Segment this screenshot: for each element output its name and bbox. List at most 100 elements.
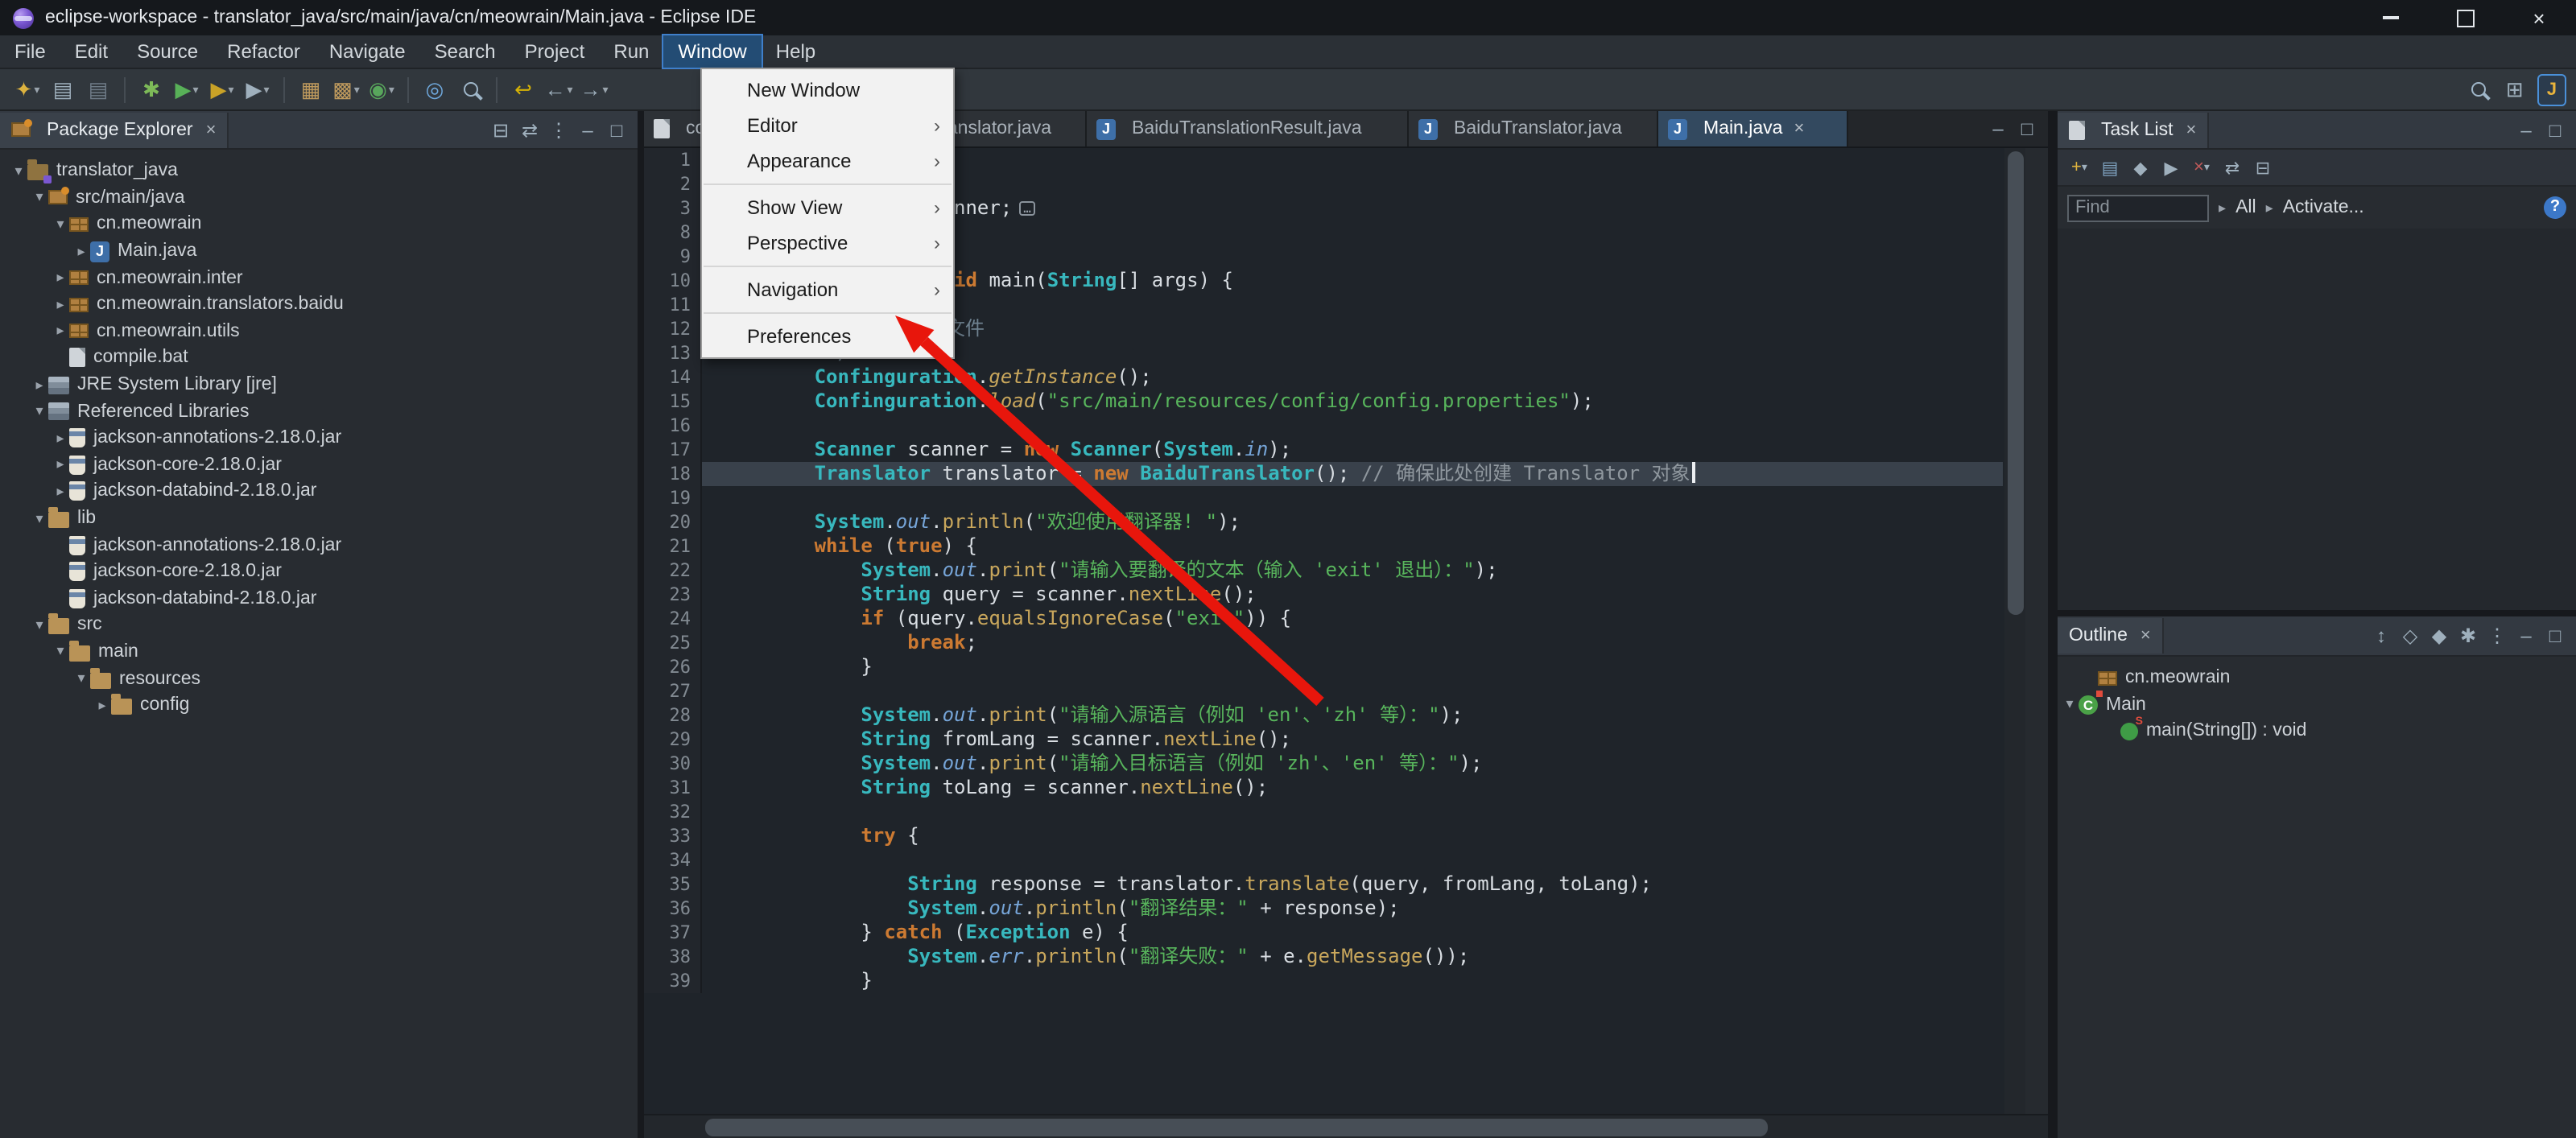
code-line[interactable]: 25 break; xyxy=(644,631,2003,655)
line-number[interactable]: 12 xyxy=(644,317,702,341)
run-icon[interactable]: ▶▾ xyxy=(171,73,203,105)
menu-edit[interactable]: Edit xyxy=(60,35,122,68)
tree-item-referenced-libraries[interactable]: ▾Referenced Libraries xyxy=(0,398,638,425)
close-tab-icon[interactable]: × xyxy=(2186,120,2197,139)
chevron-right-icon[interactable]: ▸ xyxy=(52,323,69,340)
line-number[interactable]: 23 xyxy=(644,583,702,607)
categorized-view-icon[interactable]: ▤ xyxy=(2095,153,2125,182)
line-number[interactable]: 31 xyxy=(644,776,702,800)
tree-item-jre-system-library-jre[interactable]: ▸JRE System Library [jre] xyxy=(0,372,638,398)
line-number[interactable]: 34 xyxy=(644,848,702,872)
java-perspective-icon[interactable]: J xyxy=(2537,73,2566,105)
tree-item-jackson-databind-2-18-0-jar[interactable]: jackson-databind-2.18.0.jar xyxy=(0,585,638,612)
hide-static-members-icon[interactable]: ◆ xyxy=(2425,621,2454,650)
tree-item-config[interactable]: ▸config xyxy=(0,692,638,719)
new-package-icon[interactable]: ▩▾ xyxy=(330,73,362,105)
line-number[interactable]: 19 xyxy=(644,486,702,510)
debug-icon[interactable]: ✱ xyxy=(135,73,167,105)
line-number[interactable]: 39 xyxy=(644,969,702,993)
dropdown-caret-icon[interactable]: ▾ xyxy=(354,83,360,96)
tree-item-cn-meowrain-utils[interactable]: ▸cn.meowrain.utils xyxy=(0,318,638,344)
hide-non-public-icon[interactable]: ✱ xyxy=(2454,621,2483,650)
tree-item-main[interactable]: ▾main xyxy=(0,638,638,665)
new-wizard-icon[interactable]: ✦▾ xyxy=(11,73,43,105)
close-tab-icon[interactable]: × xyxy=(206,120,217,139)
maximize-icon[interactable]: □ xyxy=(2541,621,2570,650)
maximize-icon[interactable]: □ xyxy=(2541,115,2570,144)
outline-item-main-string-void[interactable]: Smain(String[]) : void xyxy=(2058,718,2576,744)
line-number[interactable]: 33 xyxy=(644,824,702,848)
scrollbar-thumb[interactable] xyxy=(705,1118,1768,1136)
maximize-button[interactable] xyxy=(2428,0,2502,35)
tree-item-jackson-annotations-2-18-0-jar[interactable]: ▸jackson-annotations-2.18.0.jar xyxy=(0,425,638,451)
chevron-down-icon[interactable]: ▾ xyxy=(31,402,48,420)
line-number[interactable]: 2 xyxy=(644,172,702,196)
search-icon[interactable] xyxy=(454,73,486,105)
line-number[interactable]: 30 xyxy=(644,752,702,776)
chevron-down-icon[interactable]: ▾ xyxy=(10,163,27,180)
sort-icon[interactable]: ↕ xyxy=(2367,621,2396,650)
code-line[interactable]: 30 System.out.print("请输入目标语言（例如 'zh'、'en… xyxy=(644,752,2003,776)
view-menu-icon[interactable]: ⋮ xyxy=(2483,621,2512,650)
menu-refactor[interactable]: Refactor xyxy=(213,35,315,68)
chevron-down-icon[interactable]: ▾ xyxy=(31,509,48,527)
collapse-all-icon[interactable]: ⊟ xyxy=(2248,153,2278,182)
code-line[interactable]: 31 String toLang = scanner.nextLine(); xyxy=(644,776,2003,800)
dropdown-caret-icon[interactable]: ▾ xyxy=(34,83,39,96)
chevron-down-icon[interactable]: ▾ xyxy=(2061,696,2079,714)
menu-project[interactable]: Project xyxy=(510,35,600,68)
code-line[interactable]: 24 if (query.equalsIgnoreCase("exit")) { xyxy=(644,607,2003,631)
code-line[interactable]: 21 while (true) { xyxy=(644,534,2003,559)
code-line[interactable]: 17 Scanner scanner = new Scanner(System.… xyxy=(644,438,2003,462)
editor-vertical-scrollbar[interactable] xyxy=(2004,148,2025,1114)
last-edit-location-icon[interactable]: ↩ xyxy=(507,73,539,105)
editor-tab-baidutranslator-java[interactable]: JBaiduTranslator.java xyxy=(1409,111,1658,146)
line-number[interactable]: 27 xyxy=(644,679,702,703)
dropdown-caret-icon[interactable]: ▾ xyxy=(389,83,394,96)
line-number[interactable]: 26 xyxy=(644,655,702,679)
focus-on-workweek-icon[interactable]: ▶ xyxy=(2156,153,2186,182)
close-button[interactable]: × xyxy=(2502,0,2576,35)
dropdown-caret-icon[interactable]: ▾ xyxy=(228,83,233,96)
tree-item-jackson-annotations-2-18-0-jar[interactable]: jackson-annotations-2.18.0.jar xyxy=(0,532,638,559)
window-menu-item-appearance[interactable]: Appearance› xyxy=(702,143,953,179)
line-number[interactable]: 38 xyxy=(644,945,702,969)
dropdown-caret-icon[interactable]: ▾ xyxy=(192,83,198,96)
code-line[interactable]: 37 } catch (Exception e) { xyxy=(644,921,2003,945)
tree-item-src[interactable]: ▾src xyxy=(0,612,638,638)
tree-item-main-java[interactable]: ▸JMain.java xyxy=(0,238,638,265)
window-menu-item-perspective[interactable]: Perspective› xyxy=(702,225,953,261)
tree-item-cn-meowrain-inter[interactable]: ▸cn.meowrain.inter xyxy=(0,265,638,291)
code-line[interactable]: 34 xyxy=(644,848,2003,872)
editor-tab-main-java[interactable]: JMain.java× xyxy=(1658,111,1848,146)
minimize-icon[interactable]: – xyxy=(2512,621,2541,650)
window-menu-item-new-window[interactable]: New Window xyxy=(702,72,953,108)
line-number[interactable]: 13 xyxy=(644,341,702,365)
line-number[interactable]: 3 xyxy=(644,196,702,221)
code-line[interactable]: 28 System.out.print("请输入源语言（例如 'en'、'zh'… xyxy=(644,703,2003,728)
chevron-down-icon[interactable]: ▾ xyxy=(52,216,69,233)
code-line[interactable]: 15 Confinguration.load("src/main/resourc… xyxy=(644,390,2003,414)
task-find-input[interactable] xyxy=(2067,194,2209,221)
chevron-right-icon[interactable]: ▸ xyxy=(93,696,111,714)
window-menu-item-preferences[interactable]: Preferences xyxy=(702,319,953,354)
dropdown-caret-icon[interactable]: ▾ xyxy=(263,83,269,96)
code-line[interactable]: 22 System.out.print("请输入要翻译的文本（输入 'exit'… xyxy=(644,559,2003,583)
tree-item-jackson-core-2-18-0-jar[interactable]: jackson-core-2.18.0.jar xyxy=(0,559,638,585)
tree-item-resources[interactable]: ▾resources xyxy=(0,666,638,692)
task-activate[interactable]: Activate... xyxy=(2283,198,2364,217)
folded-region-icon[interactable]: … xyxy=(1018,201,1036,216)
tree-item-lib[interactable]: ▾lib xyxy=(0,505,638,531)
chevron-right-icon[interactable]: ▸ xyxy=(31,376,48,394)
outline-tab[interactable]: Outline × xyxy=(2058,618,2164,654)
close-tab-icon[interactable]: × xyxy=(2140,626,2151,645)
code-line[interactable]: 29 String fromLang = scanner.nextLine(); xyxy=(644,728,2003,752)
code-line[interactable]: 20 System.out.println("欢迎使用翻译器! "); xyxy=(644,510,2003,534)
code-line[interactable]: 16 xyxy=(644,414,2003,438)
minimize-button[interactable] xyxy=(2354,0,2428,35)
menu-file[interactable]: File xyxy=(0,35,60,68)
link-with-editor-icon[interactable]: ⇄ xyxy=(515,115,544,144)
coverage-icon[interactable]: ▶▾ xyxy=(206,73,238,105)
code-line[interactable]: 18 Translator translator = new BaiduTran… xyxy=(644,462,2003,486)
save-all-icon[interactable]: ▤ xyxy=(82,73,114,105)
